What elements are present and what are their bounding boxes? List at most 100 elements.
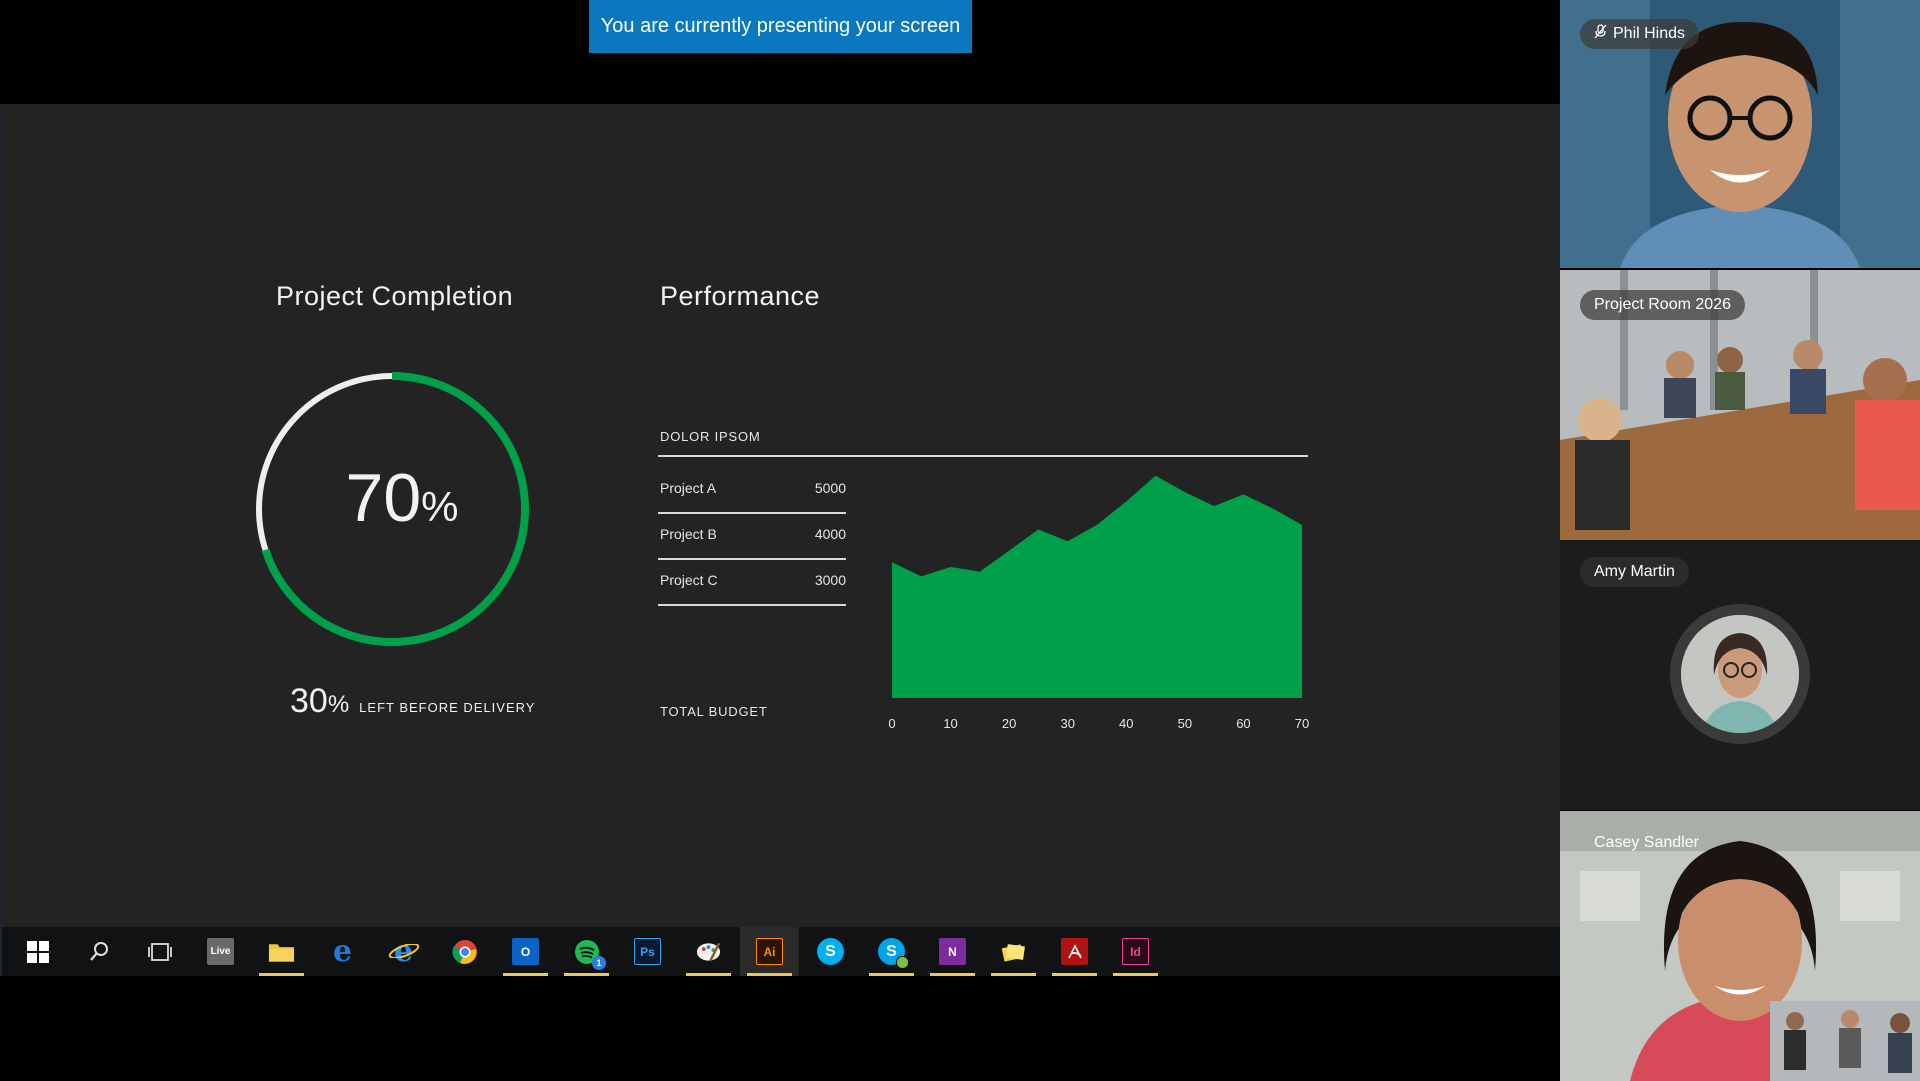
taskbar-skype-business[interactable]: S: [862, 927, 921, 976]
completion-title: Project Completion: [276, 281, 514, 311]
taskbar-spotify[interactable]: 1: [557, 927, 616, 976]
taskbar-acrobat[interactable]: [1045, 927, 1104, 976]
status-dot: [896, 956, 909, 969]
performance-title: Performance: [660, 281, 821, 311]
taskbar-onenote[interactable]: N: [923, 927, 982, 976]
x-tick-label: 40: [1119, 716, 1133, 731]
windows-icon: [24, 938, 51, 965]
taskbar-search[interactable]: [69, 927, 128, 976]
running-indicator: [991, 973, 1036, 976]
project-name: Project A: [660, 480, 717, 496]
x-tick-label: 10: [943, 716, 957, 731]
running-indicator: [747, 973, 792, 976]
total-budget-label: TOTAL BUDGET: [660, 704, 768, 719]
x-tick-label: 60: [1236, 716, 1250, 731]
avatar: [1670, 604, 1810, 744]
running-indicator: [259, 973, 304, 976]
section-label: DOLOR IPSOM: [660, 429, 761, 444]
remaining-label: LEFT BEFORE DELIVERY: [359, 700, 536, 715]
acrobat-icon: [1061, 938, 1088, 965]
taskbar-paint[interactable]: [679, 927, 738, 976]
chrome-icon: [451, 938, 478, 965]
completion-unit: %: [421, 483, 459, 530]
taskbar-sticky-notes[interactable]: [984, 927, 1043, 976]
photoshop-icon: Ps: [634, 938, 661, 965]
illustrator-icon: Ai: [756, 938, 783, 965]
taskbar-start[interactable]: [8, 927, 67, 976]
project-name: Project B: [660, 526, 717, 542]
remaining-value: 30: [290, 682, 328, 720]
sticky-notes-icon: [1000, 938, 1027, 965]
search-icon: [85, 938, 112, 965]
taskbar-task-view[interactable]: [130, 927, 189, 976]
performance-area-chart: 0 10 20 30 40 50 60 70: [888, 475, 1309, 731]
presenting-banner: You are currently presenting your screen: [589, 0, 972, 53]
project-value: 5000: [814, 480, 846, 496]
spotify-icon: 1: [573, 938, 606, 970]
folder-icon: [268, 938, 295, 965]
participant-tile-amy-martin[interactable]: Amy Martin: [1560, 540, 1920, 810]
x-tick-label: 0: [888, 716, 895, 731]
avatar-photo: [1681, 615, 1799, 733]
project-row: Project A 5000: [658, 470, 846, 514]
running-indicator: [686, 973, 731, 976]
taskbar-live[interactable]: Live: [191, 927, 250, 976]
taskbar-photoshop[interactable]: Ps: [618, 927, 677, 976]
completion-value: 70: [345, 460, 422, 536]
self-view-thumbnail[interactable]: [1770, 1001, 1920, 1081]
remaining-line: 30% LEFT BEFORE DELIVERY: [290, 682, 535, 721]
taskbar-file-explorer[interactable]: [252, 927, 311, 976]
participant-name: Casey Sandler: [1594, 834, 1699, 851]
participant-video-phil-hinds[interactable]: Phil Hinds: [1560, 0, 1920, 268]
skype-business-glyph: S: [886, 942, 897, 960]
project-value: 3000: [814, 572, 846, 588]
skype-icon: S: [817, 938, 844, 965]
project-value: 4000: [814, 526, 846, 542]
running-indicator: [564, 973, 609, 976]
mic-off-icon: [1594, 24, 1607, 44]
participant-name: Phil Hinds: [1613, 25, 1686, 42]
skype-business-icon: S: [878, 938, 909, 969]
onenote-icon: N: [939, 938, 966, 965]
running-indicator: [930, 973, 975, 976]
ie-icon: e: [388, 934, 420, 969]
taskbar-illustrator[interactable]: Ai: [740, 927, 799, 976]
participant-name-tag: Casey Sandler: [1580, 828, 1713, 858]
completion-percentage: 70%: [252, 459, 552, 537]
notification-badge: 1: [592, 956, 606, 970]
running-indicator: [1113, 973, 1158, 976]
paint-icon: [695, 938, 722, 965]
shared-screen: Project Completion Performance 70% 30% LE…: [0, 104, 1560, 927]
participant-name-tag: Project Room 2026: [1580, 290, 1745, 320]
participant-name: Project Room 2026: [1594, 296, 1731, 313]
taskbar-chrome[interactable]: [435, 927, 494, 976]
presenting-banner-text: You are currently presenting your screen: [600, 15, 961, 37]
indesign-icon: Id: [1122, 938, 1149, 965]
taskbar-outlook[interactable]: O: [496, 927, 555, 976]
participant-video-project-room[interactable]: Project Room 2026: [1560, 270, 1920, 540]
taskbar: Live e e O 1 Ps Ai S S N Id: [0, 927, 1560, 976]
running-indicator: [869, 973, 914, 976]
taskbar-edge[interactable]: e: [313, 927, 372, 976]
x-tick-label: 70: [1295, 716, 1309, 731]
taskbar-internet-explorer[interactable]: e: [374, 927, 433, 976]
participant-name-tag: Phil Hinds: [1580, 19, 1700, 49]
taskbar-skype[interactable]: S: [801, 927, 860, 976]
x-tick-label: 50: [1178, 716, 1192, 731]
outlook-icon: O: [512, 938, 539, 965]
participant-name-tag: Amy Martin: [1580, 557, 1689, 587]
area-series: [892, 475, 1302, 698]
taskbar-indesign[interactable]: Id: [1106, 927, 1165, 976]
edge-icon: e: [332, 934, 353, 969]
participant-video-casey-sandler[interactable]: Casey Sandler: [1560, 811, 1920, 1081]
task-view-icon: [146, 938, 173, 965]
remaining-unit: %: [327, 691, 350, 718]
x-tick-label: 30: [1060, 716, 1074, 731]
running-indicator: [1052, 973, 1097, 976]
project-row: Project C 3000: [658, 562, 846, 606]
x-tick-label: 20: [1002, 716, 1016, 731]
participant-name: Amy Martin: [1594, 563, 1675, 580]
running-indicator: [503, 973, 548, 976]
project-name: Project C: [660, 572, 718, 588]
project-row: Project B 4000: [658, 516, 846, 560]
